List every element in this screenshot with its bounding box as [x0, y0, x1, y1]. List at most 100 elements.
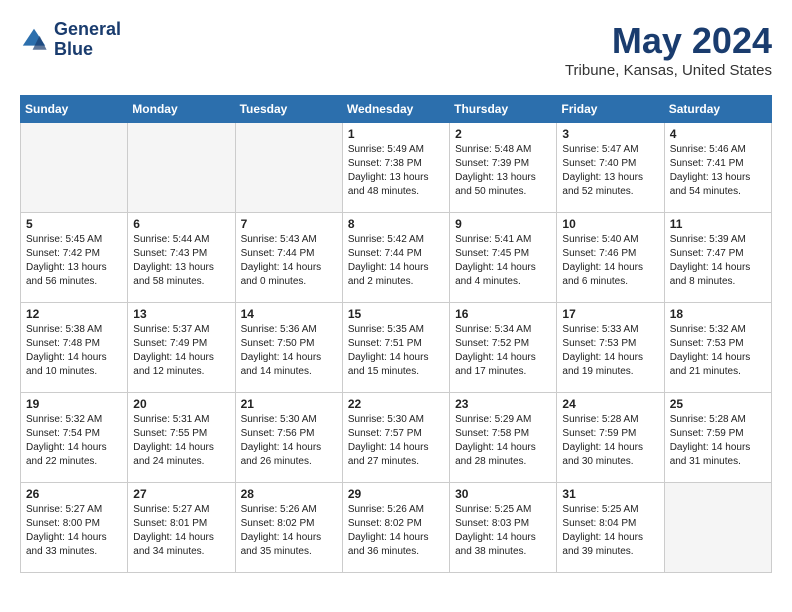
weekday-header: Friday — [557, 96, 664, 123]
day-number: 30 — [455, 487, 551, 501]
day-number: 26 — [26, 487, 122, 501]
calendar-day-cell — [235, 123, 342, 213]
day-info: Sunrise: 5:48 AM Sunset: 7:39 PM Dayligh… — [455, 143, 551, 199]
day-info: Sunrise: 5:43 AM Sunset: 7:44 PM Dayligh… — [241, 233, 337, 289]
calendar-day-cell: 23 Sunrise: 5:29 AM Sunset: 7:58 PM Dayli… — [450, 393, 557, 483]
calendar-day-cell — [664, 483, 771, 573]
logo: General Blue — [20, 20, 121, 60]
day-info: Sunrise: 5:27 AM Sunset: 8:00 PM Dayligh… — [26, 503, 122, 559]
day-number: 7 — [241, 217, 337, 231]
location-text: Tribune, Kansas, United States — [565, 62, 772, 79]
calendar-day-cell: 18 Sunrise: 5:32 AM Sunset: 7:53 PM Dayli… — [664, 303, 771, 393]
day-number: 5 — [26, 217, 122, 231]
calendar-day-cell: 14Sunrise: 5:36 AM Sunset: 7:50 PM Dayli… — [235, 303, 342, 393]
calendar-week-row: 12 Sunrise: 5:38 AM Sunset: 7:48 PM Dayli… — [21, 303, 772, 393]
page-header: General Blue May 2024 Tribune, Kansas, U… — [20, 20, 772, 79]
calendar-day-cell: 2 Sunrise: 5:48 AM Sunset: 7:39 PM Daylig… — [450, 123, 557, 213]
day-info: Sunrise: 5:40 AM Sunset: 7:46 PM Dayligh… — [562, 233, 658, 289]
day-info: Sunrise: 5:31 AM Sunset: 7:55 PM Dayligh… — [133, 413, 229, 469]
day-number: 28 — [241, 487, 337, 501]
calendar-day-cell: 3 Sunrise: 5:47 AM Sunset: 7:40 PM Daylig… — [557, 123, 664, 213]
day-info: Sunrise: 5:25 AM Sunset: 8:03 PM Dayligh… — [455, 503, 551, 559]
calendar-day-cell: 5 Sunrise: 5:45 AM Sunset: 7:42 PM Daylig… — [21, 213, 128, 303]
calendar-day-cell: 12 Sunrise: 5:38 AM Sunset: 7:48 PM Dayli… — [21, 303, 128, 393]
day-number: 1 — [348, 127, 444, 141]
day-number: 2 — [455, 127, 551, 141]
weekday-header: Thursday — [450, 96, 557, 123]
day-number: 18 — [670, 307, 766, 321]
day-info: Sunrise: 5:25 AM Sunset: 8:04 PM Dayligh… — [562, 503, 658, 559]
day-info: Sunrise: 5:30 AM Sunset: 7:57 PM Dayligh… — [348, 413, 444, 469]
day-info: Sunrise: 5:38 AM Sunset: 7:48 PM Dayligh… — [26, 323, 122, 379]
weekday-header: Wednesday — [342, 96, 449, 123]
logo-icon — [20, 26, 48, 54]
day-number: 24 — [562, 397, 658, 411]
weekday-header: Tuesday — [235, 96, 342, 123]
day-info: Sunrise: 5:41 AM Sunset: 7:45 PM Dayligh… — [455, 233, 551, 289]
calendar-day-cell: 11 Sunrise: 5:39 AM Sunset: 7:47 PM Dayli… — [664, 213, 771, 303]
calendar-week-row: 19Sunrise: 5:32 AM Sunset: 7:54 PM Dayli… — [21, 393, 772, 483]
day-number: 3 — [562, 127, 658, 141]
calendar-day-cell: 6 Sunrise: 5:44 AM Sunset: 7:43 PM Daylig… — [128, 213, 235, 303]
day-number: 31 — [562, 487, 658, 501]
calendar-day-cell: 9 Sunrise: 5:41 AM Sunset: 7:45 PM Daylig… — [450, 213, 557, 303]
day-info: Sunrise: 5:39 AM Sunset: 7:47 PM Dayligh… — [670, 233, 766, 289]
day-info: Sunrise: 5:45 AM Sunset: 7:42 PM Dayligh… — [26, 233, 122, 289]
calendar-week-row: 1 Sunrise: 5:49 AM Sunset: 7:38 PM Daylig… — [21, 123, 772, 213]
title-block: May 2024 Tribune, Kansas, United States — [565, 20, 772, 79]
day-number: 10 — [562, 217, 658, 231]
day-number: 17 — [562, 307, 658, 321]
calendar-day-cell — [21, 123, 128, 213]
calendar-day-cell: 22 Sunrise: 5:30 AM Sunset: 7:57 PM Dayli… — [342, 393, 449, 483]
day-number: 16 — [455, 307, 551, 321]
calendar-day-cell — [128, 123, 235, 213]
day-info: Sunrise: 5:42 AM Sunset: 7:44 PM Dayligh… — [348, 233, 444, 289]
day-info: Sunrise: 5:32 AM Sunset: 7:53 PM Dayligh… — [670, 323, 766, 379]
day-number: 29 — [348, 487, 444, 501]
weekday-header: Saturday — [664, 96, 771, 123]
day-number: 6 — [133, 217, 229, 231]
day-number: 4 — [670, 127, 766, 141]
calendar-day-cell: 21Sunrise: 5:30 AM Sunset: 7:56 PM Dayli… — [235, 393, 342, 483]
calendar-day-cell: 27Sunrise: 5:27 AM Sunset: 8:01 PM Dayli… — [128, 483, 235, 573]
calendar-day-cell: 31 Sunrise: 5:25 AM Sunset: 8:04 PM Dayli… — [557, 483, 664, 573]
calendar-day-cell: 1 Sunrise: 5:49 AM Sunset: 7:38 PM Daylig… — [342, 123, 449, 213]
calendar-day-cell: 15Sunrise: 5:35 AM Sunset: 7:51 PM Dayli… — [342, 303, 449, 393]
day-number: 20 — [133, 397, 229, 411]
day-info: Sunrise: 5:46 AM Sunset: 7:41 PM Dayligh… — [670, 143, 766, 199]
calendar-table: SundayMondayTuesdayWednesdayThursdayFrid… — [20, 95, 772, 573]
day-number: 9 — [455, 217, 551, 231]
calendar-day-cell: 28 Sunrise: 5:26 AM Sunset: 8:02 PM Dayli… — [235, 483, 342, 573]
day-number: 11 — [670, 217, 766, 231]
calendar-day-cell: 8Sunrise: 5:42 AM Sunset: 7:44 PM Daylig… — [342, 213, 449, 303]
day-info: Sunrise: 5:29 AM Sunset: 7:58 PM Dayligh… — [455, 413, 551, 469]
calendar-day-cell: 30 Sunrise: 5:25 AM Sunset: 8:03 PM Dayli… — [450, 483, 557, 573]
calendar-day-cell: 25Sunrise: 5:28 AM Sunset: 7:59 PM Dayli… — [664, 393, 771, 483]
day-info: Sunrise: 5:47 AM Sunset: 7:40 PM Dayligh… — [562, 143, 658, 199]
day-info: Sunrise: 5:28 AM Sunset: 7:59 PM Dayligh… — [562, 413, 658, 469]
day-info: Sunrise: 5:33 AM Sunset: 7:53 PM Dayligh… — [562, 323, 658, 379]
day-info: Sunrise: 5:34 AM Sunset: 7:52 PM Dayligh… — [455, 323, 551, 379]
day-number: 23 — [455, 397, 551, 411]
calendar-day-cell: 7 Sunrise: 5:43 AM Sunset: 7:44 PM Daylig… — [235, 213, 342, 303]
calendar-day-cell: 19Sunrise: 5:32 AM Sunset: 7:54 PM Dayli… — [21, 393, 128, 483]
day-number: 22 — [348, 397, 444, 411]
weekday-header: Sunday — [21, 96, 128, 123]
calendar-day-cell: 16 Sunrise: 5:34 AM Sunset: 7:52 PM Dayli… — [450, 303, 557, 393]
calendar-day-cell: 20 Sunrise: 5:31 AM Sunset: 7:55 PM Dayli… — [128, 393, 235, 483]
calendar-day-cell: 13 Sunrise: 5:37 AM Sunset: 7:49 PM Dayli… — [128, 303, 235, 393]
day-number: 13 — [133, 307, 229, 321]
calendar-day-cell: 17 Sunrise: 5:33 AM Sunset: 7:53 PM Dayli… — [557, 303, 664, 393]
weekday-header-row: SundayMondayTuesdayWednesdayThursdayFrid… — [21, 96, 772, 123]
weekday-header: Monday — [128, 96, 235, 123]
day-number: 27 — [133, 487, 229, 501]
day-info: Sunrise: 5:44 AM Sunset: 7:43 PM Dayligh… — [133, 233, 229, 289]
day-info: Sunrise: 5:37 AM Sunset: 7:49 PM Dayligh… — [133, 323, 229, 379]
day-number: 19 — [26, 397, 122, 411]
day-info: Sunrise: 5:26 AM Sunset: 8:02 PM Dayligh… — [241, 503, 337, 559]
day-number: 15 — [348, 307, 444, 321]
day-number: 25 — [670, 397, 766, 411]
day-number: 12 — [26, 307, 122, 321]
day-number: 14 — [241, 307, 337, 321]
day-info: Sunrise: 5:49 AM Sunset: 7:38 PM Dayligh… — [348, 143, 444, 199]
